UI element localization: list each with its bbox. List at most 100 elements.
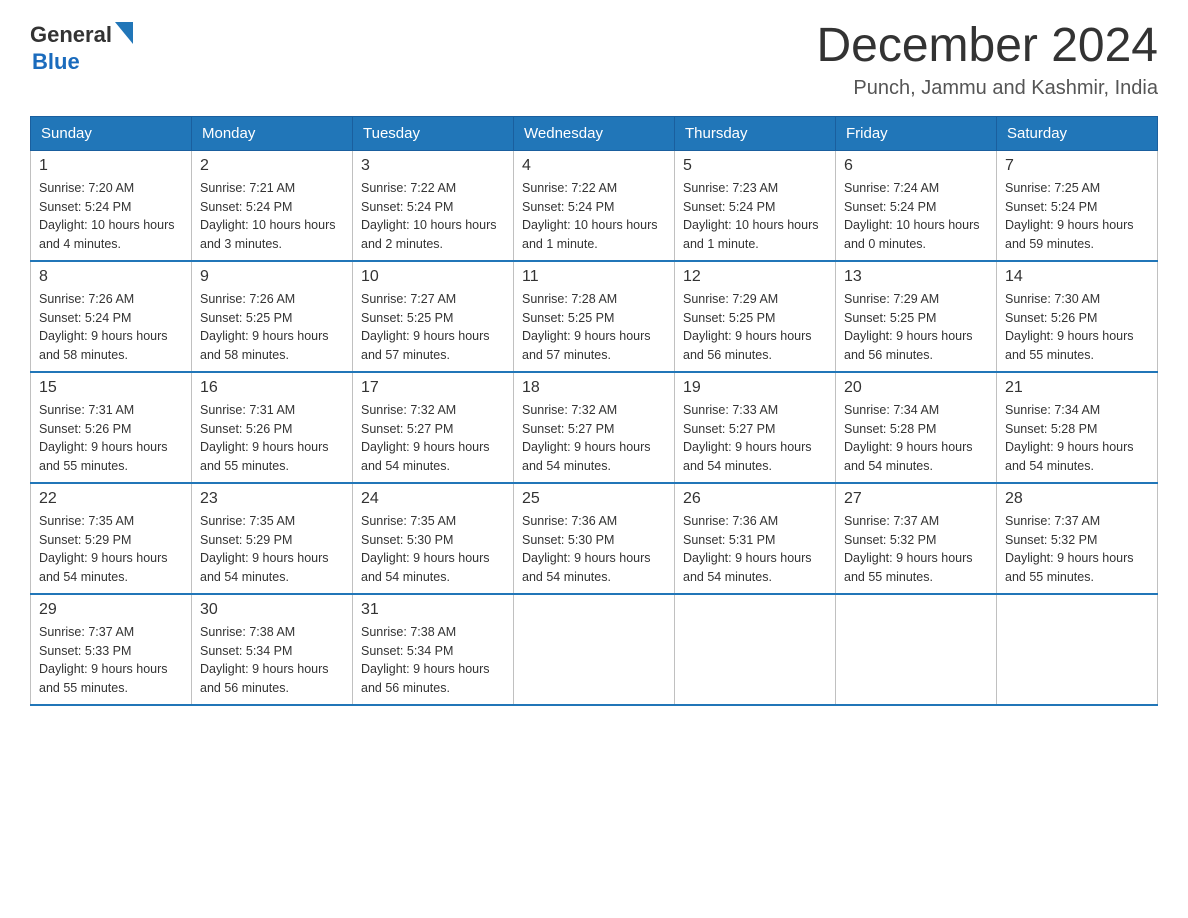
week-row-3: 15 Sunrise: 7:31 AMSunset: 5:26 PMDayligh… (31, 372, 1158, 483)
calendar-cell: 27 Sunrise: 7:37 AMSunset: 5:32 PMDayligh… (836, 483, 997, 594)
day-info: Sunrise: 7:37 AMSunset: 5:33 PMDaylight:… (39, 623, 183, 698)
calendar-cell (514, 594, 675, 705)
day-number: 1 (39, 157, 183, 175)
day-number: 26 (683, 490, 827, 508)
calendar-cell: 26 Sunrise: 7:36 AMSunset: 5:31 PMDayligh… (675, 483, 836, 594)
calendar-cell: 15 Sunrise: 7:31 AMSunset: 5:26 PMDayligh… (31, 372, 192, 483)
calendar-cell: 10Sunrise: 7:27 AMSunset: 5:25 PMDayligh… (353, 261, 514, 372)
day-number: 15 (39, 379, 183, 397)
week-row-4: 22 Sunrise: 7:35 AMSunset: 5:29 PMDayligh… (31, 483, 1158, 594)
page-header: General Blue December 2024 Punch, Jammu … (30, 20, 1158, 100)
main-title: December 2024 (816, 20, 1158, 73)
day-info: Sunrise: 7:31 AMSunset: 5:26 PMDaylight:… (200, 401, 344, 476)
day-info: Sunrise: 7:38 AMSunset: 5:34 PMDaylight:… (361, 623, 505, 698)
day-number: 28 (1005, 490, 1149, 508)
calendar-cell: 16 Sunrise: 7:31 AMSunset: 5:26 PMDayligh… (192, 372, 353, 483)
day-info: Sunrise: 7:20 AMSunset: 5:24 PMDaylight:… (39, 179, 183, 254)
calendar-cell: 6 Sunrise: 7:24 AMSunset: 5:24 PMDaylight… (836, 150, 997, 261)
day-info: Sunrise: 7:37 AMSunset: 5:32 PMDaylight:… (1005, 512, 1149, 587)
day-number: 31 (361, 601, 505, 619)
calendar-cell: 25Sunrise: 7:36 AMSunset: 5:30 PMDayligh… (514, 483, 675, 594)
calendar-cell: 23 Sunrise: 7:35 AMSunset: 5:29 PMDayligh… (192, 483, 353, 594)
day-number: 12 (683, 268, 827, 286)
logo-blue: Blue (32, 49, 80, 74)
day-number: 7 (1005, 157, 1149, 175)
day-number: 23 (200, 490, 344, 508)
day-number: 13 (844, 268, 988, 286)
column-header-wednesday: Wednesday (514, 116, 675, 150)
calendar-cell: 17 Sunrise: 7:32 AMSunset: 5:27 PMDayligh… (353, 372, 514, 483)
day-number: 9 (200, 268, 344, 286)
week-row-2: 8Sunrise: 7:26 AMSunset: 5:24 PMDaylight… (31, 261, 1158, 372)
day-number: 4 (522, 157, 666, 175)
calendar-cell: 4 Sunrise: 7:22 AMSunset: 5:24 PMDaylight… (514, 150, 675, 261)
calendar-cell (997, 594, 1158, 705)
day-info: Sunrise: 7:22 AMSunset: 5:24 PMDaylight:… (361, 179, 505, 254)
subtitle: Punch, Jammu and Kashmir, India (816, 77, 1158, 100)
calendar-cell (836, 594, 997, 705)
day-number: 2 (200, 157, 344, 175)
day-info: Sunrise: 7:28 AMSunset: 5:25 PMDaylight:… (522, 290, 666, 365)
calendar-cell: 22Sunrise: 7:35 AMSunset: 5:29 PMDayligh… (31, 483, 192, 594)
calendar-cell: 1 Sunrise: 7:20 AMSunset: 5:24 PMDaylight… (31, 150, 192, 261)
day-number: 18 (522, 379, 666, 397)
day-number: 19 (683, 379, 827, 397)
day-number: 6 (844, 157, 988, 175)
day-info: Sunrise: 7:21 AMSunset: 5:24 PMDaylight:… (200, 179, 344, 254)
day-info: Sunrise: 7:26 AMSunset: 5:24 PMDaylight:… (39, 290, 183, 365)
day-number: 20 (844, 379, 988, 397)
day-number: 17 (361, 379, 505, 397)
week-row-5: 29 Sunrise: 7:37 AMSunset: 5:33 PMDayligh… (31, 594, 1158, 705)
calendar-cell: 20 Sunrise: 7:34 AMSunset: 5:28 PMDayligh… (836, 372, 997, 483)
column-header-friday: Friday (836, 116, 997, 150)
title-block: December 2024 Punch, Jammu and Kashmir, … (816, 20, 1158, 100)
day-number: 21 (1005, 379, 1149, 397)
day-info: Sunrise: 7:30 AMSunset: 5:26 PMDaylight:… (1005, 290, 1149, 365)
day-info: Sunrise: 7:32 AMSunset: 5:27 PMDaylight:… (361, 401, 505, 476)
calendar-cell: 28 Sunrise: 7:37 AMSunset: 5:32 PMDayligh… (997, 483, 1158, 594)
week-row-1: 1 Sunrise: 7:20 AMSunset: 5:24 PMDaylight… (31, 150, 1158, 261)
column-header-tuesday: Tuesday (353, 116, 514, 150)
day-info: Sunrise: 7:37 AMSunset: 5:32 PMDaylight:… (844, 512, 988, 587)
calendar-cell: 18 Sunrise: 7:32 AMSunset: 5:27 PMDayligh… (514, 372, 675, 483)
day-info: Sunrise: 7:31 AMSunset: 5:26 PMDaylight:… (39, 401, 183, 476)
day-info: Sunrise: 7:35 AMSunset: 5:29 PMDaylight:… (200, 512, 344, 587)
day-info: Sunrise: 7:23 AMSunset: 5:24 PMDaylight:… (683, 179, 827, 254)
day-number: 24 (361, 490, 505, 508)
calendar-cell: 24 Sunrise: 7:35 AMSunset: 5:30 PMDayligh… (353, 483, 514, 594)
day-info: Sunrise: 7:36 AMSunset: 5:30 PMDaylight:… (522, 512, 666, 587)
day-number: 29 (39, 601, 183, 619)
day-info: Sunrise: 7:29 AMSunset: 5:25 PMDaylight:… (683, 290, 827, 365)
day-info: Sunrise: 7:36 AMSunset: 5:31 PMDaylight:… (683, 512, 827, 587)
calendar-cell: 3Sunrise: 7:22 AMSunset: 5:24 PMDaylight… (353, 150, 514, 261)
calendar-cell: 30 Sunrise: 7:38 AMSunset: 5:34 PMDayligh… (192, 594, 353, 705)
day-info: Sunrise: 7:22 AMSunset: 5:24 PMDaylight:… (522, 179, 666, 254)
day-number: 16 (200, 379, 344, 397)
column-header-sunday: Sunday (31, 116, 192, 150)
day-info: Sunrise: 7:26 AMSunset: 5:25 PMDaylight:… (200, 290, 344, 365)
day-number: 14 (1005, 268, 1149, 286)
calendar-table: SundayMondayTuesdayWednesdayThursdayFrid… (30, 116, 1158, 706)
day-info: Sunrise: 7:32 AMSunset: 5:27 PMDaylight:… (522, 401, 666, 476)
day-info: Sunrise: 7:34 AMSunset: 5:28 PMDaylight:… (844, 401, 988, 476)
calendar-cell: 29 Sunrise: 7:37 AMSunset: 5:33 PMDayligh… (31, 594, 192, 705)
logo: General Blue (30, 20, 133, 75)
calendar-cell: 31 Sunrise: 7:38 AMSunset: 5:34 PMDayligh… (353, 594, 514, 705)
day-info: Sunrise: 7:27 AMSunset: 5:25 PMDaylight:… (361, 290, 505, 365)
logo-triangle-icon (115, 22, 133, 44)
day-info: Sunrise: 7:25 AMSunset: 5:24 PMDaylight:… (1005, 179, 1149, 254)
day-number: 30 (200, 601, 344, 619)
day-number: 27 (844, 490, 988, 508)
day-info: Sunrise: 7:34 AMSunset: 5:28 PMDaylight:… (1005, 401, 1149, 476)
calendar-cell: 19Sunrise: 7:33 AMSunset: 5:27 PMDayligh… (675, 372, 836, 483)
day-number: 22 (39, 490, 183, 508)
day-info: Sunrise: 7:24 AMSunset: 5:24 PMDaylight:… (844, 179, 988, 254)
column-header-saturday: Saturday (997, 116, 1158, 150)
calendar-cell: 9 Sunrise: 7:26 AMSunset: 5:25 PMDaylight… (192, 261, 353, 372)
day-info: Sunrise: 7:35 AMSunset: 5:30 PMDaylight:… (361, 512, 505, 587)
calendar-cell (675, 594, 836, 705)
calendar-cell: 7 Sunrise: 7:25 AMSunset: 5:24 PMDaylight… (997, 150, 1158, 261)
day-info: Sunrise: 7:38 AMSunset: 5:34 PMDaylight:… (200, 623, 344, 698)
calendar-cell: 14 Sunrise: 7:30 AMSunset: 5:26 PMDayligh… (997, 261, 1158, 372)
calendar-cell: 13Sunrise: 7:29 AMSunset: 5:25 PMDayligh… (836, 261, 997, 372)
